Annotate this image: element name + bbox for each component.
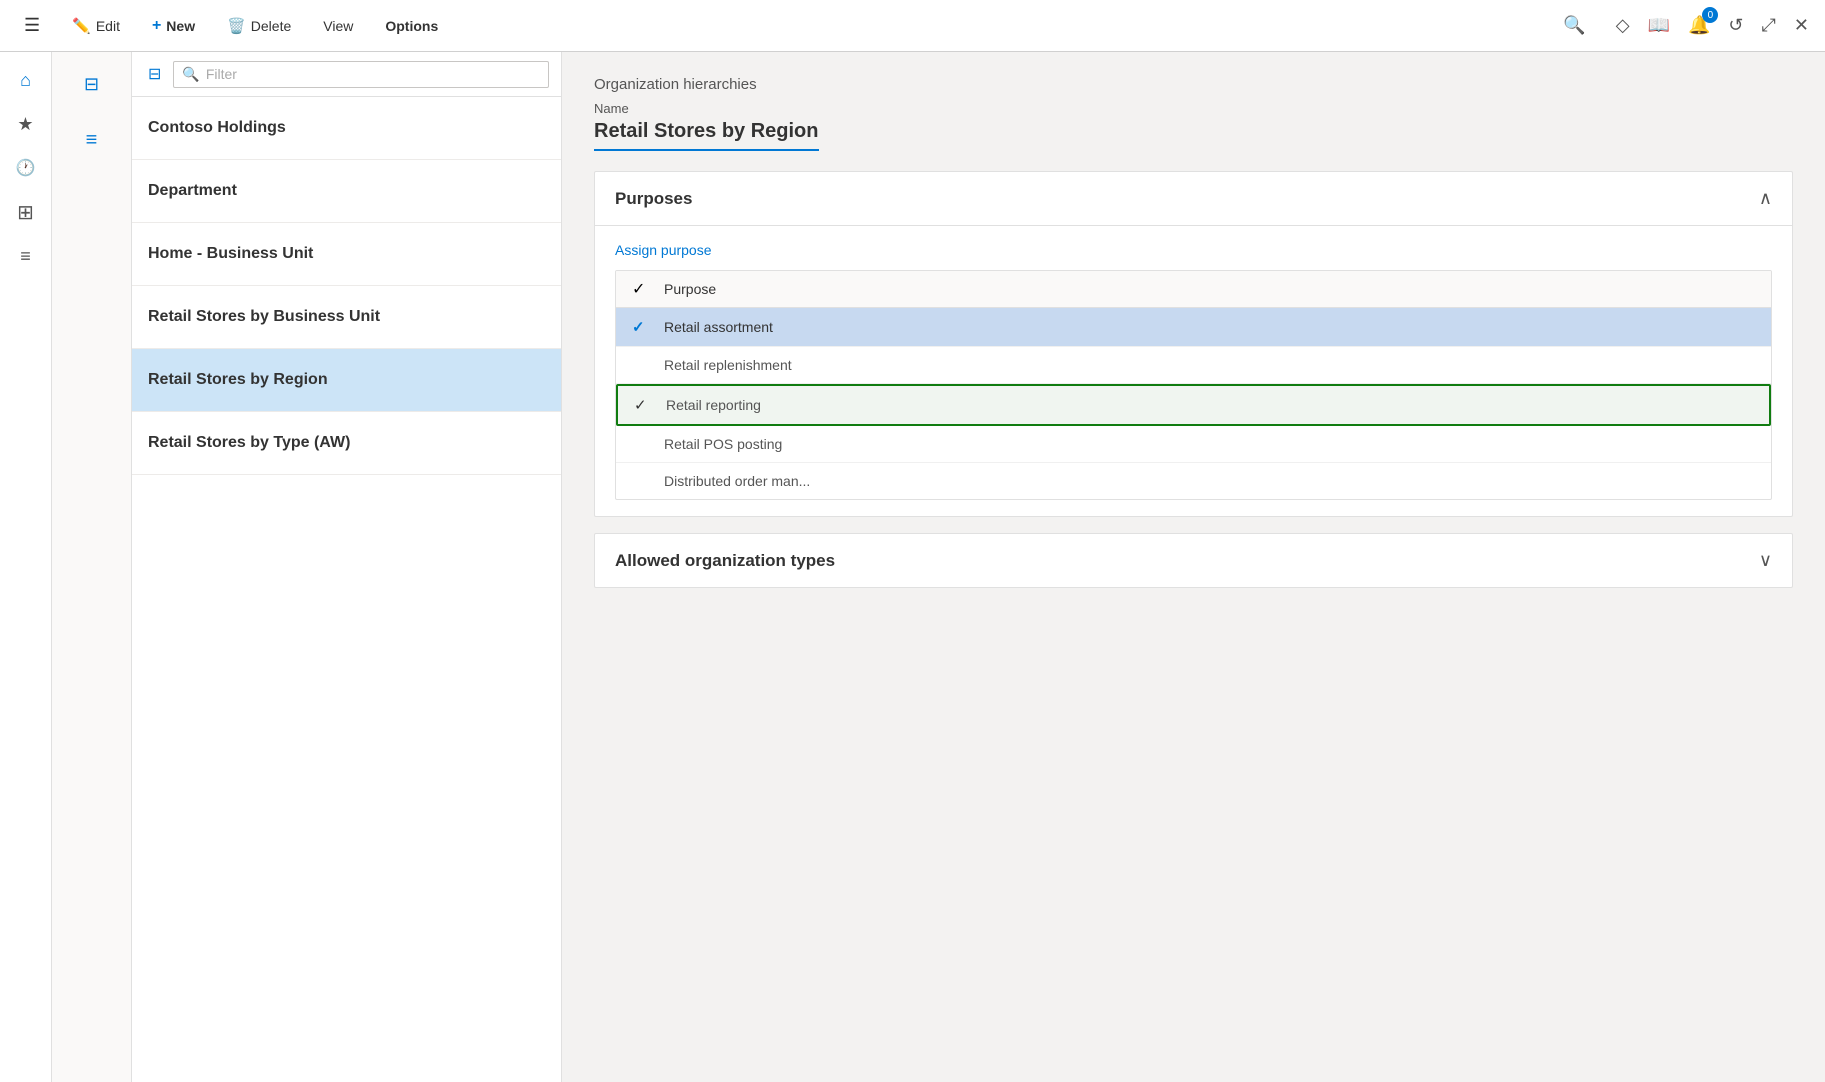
main-layout: ⌂ ★ 🕐 ⊞ ≡ ⊟ ≡ ⊟ 🔍 Contoso Holdings Depar… [0, 52, 1825, 1082]
lines-nav-icon[interactable]: ≡ [68, 116, 116, 164]
main-content: Organization hierarchies Name Retail Sto… [562, 52, 1825, 1082]
nav-panel: ⊟ ≡ [52, 52, 132, 1082]
purposes-card-body: Assign purpose ✓ Purpose ✓ Retail assort… [595, 226, 1792, 516]
popout-icon[interactable]: ⤢ [1758, 11, 1780, 40]
top-bar: ☰ ✏️ Edit + New 🗑️ Delete View Options 🔍… [0, 0, 1825, 52]
replenishment-label: Retail replenishment [664, 357, 1755, 373]
list-item-contoso[interactable]: Contoso Holdings [132, 97, 561, 160]
settings-icon[interactable]: ◇ [1612, 11, 1634, 40]
top-bar-actions: ◇ 📖 🔔 0 ↺ ⤢ ✕ [1612, 11, 1813, 40]
sidebar-item-recent[interactable]: 🕐 [6, 148, 46, 188]
purposes-card-header[interactable]: Purposes ∧ [595, 172, 1792, 226]
purpose-row-pos[interactable]: Retail POS posting [616, 426, 1771, 463]
purpose-row-assortment[interactable]: ✓ Retail assortment [616, 308, 1771, 347]
distributed-label: Distributed order man... [664, 473, 1755, 489]
view-button[interactable]: View [311, 12, 365, 40]
header-check-icon: ✓ [632, 281, 645, 298]
reporting-label: Retail reporting [666, 397, 1753, 413]
list-item-retail-bu[interactable]: Retail Stores by Business Unit [132, 286, 561, 349]
allowed-org-card: Allowed organization types ∨ [594, 533, 1793, 588]
assortment-check: ✓ [632, 318, 664, 336]
filter-input-wrap[interactable]: 🔍 [173, 61, 549, 88]
purposes-table-header: ✓ Purpose [616, 271, 1771, 308]
section-title: Organization hierarchies [594, 76, 1793, 93]
delete-icon: 🗑️ [227, 17, 246, 35]
purposes-label-col-header: Purpose [664, 281, 716, 297]
list-item-department[interactable]: Department [132, 160, 561, 223]
list-item-retail-region[interactable]: Retail Stores by Region [132, 349, 561, 412]
purposes-card: Purposes ∧ Assign purpose ✓ Purpose ✓ [594, 171, 1793, 517]
edit-icon: ✏️ [72, 17, 91, 35]
list-filter-bar: ⊟ 🔍 [132, 52, 561, 97]
edit-button[interactable]: ✏️ Edit [60, 11, 132, 41]
sidebar-icons: ⌂ ★ 🕐 ⊞ ≡ [0, 52, 52, 1082]
field-label-name: Name [594, 101, 1793, 116]
allowed-org-card-header[interactable]: Allowed organization types ∨ [595, 534, 1792, 587]
list-item-retail-type[interactable]: Retail Stores by Type (AW) [132, 412, 561, 475]
filter-nav-icon[interactable]: ⊟ [68, 60, 116, 108]
filter-button[interactable]: ⊟ [144, 60, 165, 88]
sidebar-item-home[interactable]: ⌂ [6, 60, 46, 100]
notification-count: 0 [1702, 7, 1718, 23]
pos-label: Retail POS posting [664, 436, 1755, 452]
purposes-collapse-icon: ∧ [1759, 188, 1772, 209]
sidebar-item-workspace[interactable]: ⊞ [6, 192, 46, 232]
delete-button[interactable]: 🗑️ Delete [215, 11, 303, 41]
close-icon[interactable]: ✕ [1790, 11, 1813, 40]
list-item-home-bu[interactable]: Home - Business Unit [132, 223, 561, 286]
allowed-org-expand-icon: ∨ [1759, 550, 1772, 571]
plus-icon: + [152, 17, 161, 35]
list-items: Contoso Holdings Department Home - Busin… [132, 97, 561, 1082]
assortment-label: Retail assortment [664, 319, 1755, 335]
bookmark-icon[interactable]: 📖 [1644, 11, 1674, 40]
menu-icon: ☰ [24, 15, 40, 36]
filter-input[interactable] [206, 66, 540, 82]
menu-button[interactable]: ☰ [12, 9, 52, 42]
list-panel: ⊟ 🔍 Contoso Holdings Department Home - B… [132, 52, 562, 1082]
assign-purpose-link[interactable]: Assign purpose [615, 242, 712, 258]
purposes-check-col-header: ✓ [632, 279, 664, 299]
purpose-row-distributed[interactable]: Distributed order man... [616, 463, 1771, 499]
options-button[interactable]: Options [373, 12, 450, 40]
reporting-check: ✓ [634, 396, 666, 414]
filter-search-icon: 🔍 [182, 66, 199, 83]
purpose-row-reporting[interactable]: ✓ Retail reporting [616, 384, 1771, 426]
purposes-title: Purposes [615, 189, 692, 209]
sidebar-item-favorites[interactable]: ★ [6, 104, 46, 144]
notification-button[interactable]: 🔔 0 [1684, 11, 1714, 40]
reporting-check-icon: ✓ [634, 397, 647, 414]
search-icon[interactable]: 🔍 [1553, 9, 1595, 42]
purposes-table: ✓ Purpose ✓ Retail assortment Re [615, 270, 1772, 500]
allowed-org-title: Allowed organization types [615, 551, 835, 571]
new-button[interactable]: + New [140, 11, 207, 41]
field-value-name: Retail Stores by Region [594, 120, 819, 151]
sidebar-item-list[interactable]: ≡ [6, 236, 46, 276]
purpose-row-replenishment[interactable]: Retail replenishment [616, 347, 1771, 384]
assortment-check-icon: ✓ [632, 319, 645, 336]
refresh-icon[interactable]: ↺ [1724, 11, 1747, 40]
